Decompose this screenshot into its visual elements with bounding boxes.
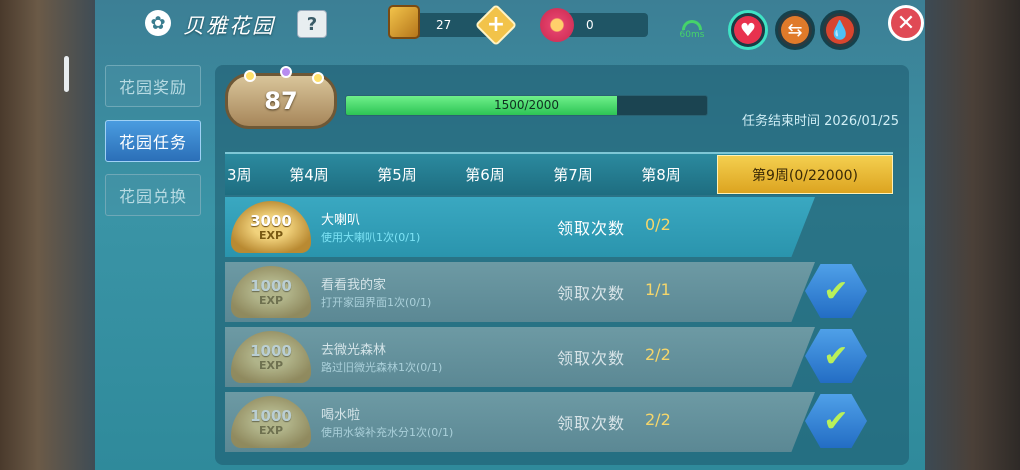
- claim-check-button[interactable]: ✔: [805, 329, 867, 383]
- exp-amount: 3000: [250, 211, 292, 230]
- help-button[interactable]: ?: [297, 10, 327, 38]
- flower-icon: ✿: [145, 10, 171, 36]
- level-badge: 87: [225, 66, 337, 129]
- exp-label: EXP: [258, 358, 284, 372]
- exp-amount: 1000: [250, 406, 292, 425]
- water-drop-icon: 💧: [826, 16, 854, 44]
- check-icon: ✔: [823, 338, 849, 374]
- claim-label: 领取次数: [557, 414, 626, 433]
- task-name: 大喇叭: [321, 213, 361, 228]
- background-left: [0, 0, 95, 470]
- exp-badge: 1000 EXP: [231, 331, 311, 383]
- tab-week-3[interactable]: 3周: [225, 164, 265, 185]
- claim-label: 领取次数: [557, 219, 626, 238]
- claim-check-button[interactable]: ✔: [805, 394, 867, 448]
- flower-decoration-icon: [280, 66, 292, 78]
- claim-count: 2/2: [645, 345, 671, 364]
- task-content: 87 1500/2000 任务结束时间 2026/01/25 3周 第4周 第5…: [215, 65, 909, 465]
- exp-badge: 1000 EXP: [231, 396, 311, 448]
- wifi-signal-icon: 60ms: [678, 20, 706, 40]
- background-right: [925, 0, 1020, 470]
- gem-count: 27: [436, 18, 452, 32]
- sidebar-item-garden-rewards[interactable]: 花园奖励: [105, 65, 201, 107]
- task-name: 看看我的家: [321, 278, 387, 293]
- close-button[interactable]: ✕: [888, 5, 924, 41]
- check-icon: ✔: [823, 403, 849, 439]
- check-icon: ✔: [823, 273, 849, 309]
- exp-label: EXP: [258, 228, 284, 242]
- tab-week-5[interactable]: 第5周: [353, 164, 441, 185]
- swap-button[interactable]: ⇆: [775, 10, 815, 50]
- tab-week-6[interactable]: 第6周: [441, 164, 529, 185]
- task-name: 去微光森林: [321, 343, 387, 358]
- add-gem-button[interactable]: +: [474, 3, 518, 47]
- tab-week-7[interactable]: 第7周: [529, 164, 617, 185]
- progress-text: 1500/2000: [493, 98, 560, 112]
- exp-amount: 1000: [250, 341, 292, 360]
- task-row[interactable]: 1000 EXP 去微光森林 路过旧微光森林1次(0/1) 领取次数 2/2: [225, 327, 815, 387]
- sidebar-item-garden-tasks[interactable]: 花园任务: [105, 120, 201, 162]
- ping-text: 60ms: [679, 30, 705, 40]
- heart-icon: ♥: [734, 16, 762, 44]
- tab-week-9[interactable]: 第9周(0/22000): [717, 155, 893, 194]
- plus-icon: +: [486, 12, 506, 37]
- sidebar-item-garden-exchange[interactable]: 花园兑换: [105, 174, 201, 216]
- claim-count: 0/2: [645, 215, 671, 234]
- level-value: 87: [264, 87, 298, 115]
- week-tabs: 3周 第4周 第5周 第6周 第7周 第8周 第9周(0/22000): [225, 152, 893, 195]
- exp-badge: 3000 EXP: [231, 201, 311, 253]
- task-description: 使用水袋补充水分1次(0/1): [321, 426, 454, 439]
- task-row[interactable]: 3000 EXP 大喇叭 使用大喇叭1次(0/1) 领取次数 0/2: [225, 197, 815, 257]
- level-progress-bar: 1500/2000: [345, 95, 708, 116]
- heart-button[interactable]: ♥: [728, 10, 768, 50]
- task-end-time: 任务结束时间 2026/01/25: [741, 114, 899, 129]
- claim-label: 领取次数: [557, 284, 626, 303]
- exp-amount: 1000: [250, 276, 292, 295]
- claim-check-button[interactable]: ✔: [805, 264, 867, 318]
- flower-count: 0: [586, 18, 594, 32]
- flower-currency-icon: [540, 8, 574, 42]
- scroll-handle[interactable]: [64, 56, 69, 92]
- exp-badge: 1000 EXP: [231, 266, 311, 318]
- claim-label: 领取次数: [557, 349, 626, 368]
- water-button[interactable]: 💧: [820, 10, 860, 50]
- task-row[interactable]: 1000 EXP 喝水啦 使用水袋补充水分1次(0/1) 领取次数 2/2: [225, 392, 815, 452]
- tab-week-8[interactable]: 第8周: [617, 164, 705, 185]
- gem-icon: [388, 5, 420, 39]
- task-row[interactable]: 1000 EXP 看看我的家 打开家园界面1次(0/1) 领取次数 1/1: [225, 262, 815, 322]
- task-name: 喝水啦: [321, 408, 361, 423]
- top-bar: ✿ 贝雅花园 ? 27 + 0 60ms ♥ ⇆ 💧 ✕: [95, 0, 925, 50]
- flower-decoration-icon: [244, 70, 256, 82]
- exp-label: EXP: [258, 293, 284, 307]
- claim-count: 1/1: [645, 280, 671, 299]
- tab-week-4[interactable]: 第4周: [265, 164, 353, 185]
- page-title: 贝雅花园: [183, 14, 275, 38]
- swap-icon: ⇆: [781, 16, 809, 44]
- flower-decoration-icon: [312, 72, 324, 84]
- garden-panel: ✿ 贝雅花园 ? 27 + 0 60ms ♥ ⇆ 💧 ✕ 花园奖励 花园任务 花…: [95, 0, 925, 470]
- task-description: 打开家园界面1次(0/1): [321, 296, 432, 309]
- exp-label: EXP: [258, 423, 284, 437]
- claim-count: 2/2: [645, 410, 671, 429]
- task-description: 使用大喇叭1次(0/1): [321, 231, 421, 244]
- task-description: 路过旧微光森林1次(0/1): [321, 361, 443, 374]
